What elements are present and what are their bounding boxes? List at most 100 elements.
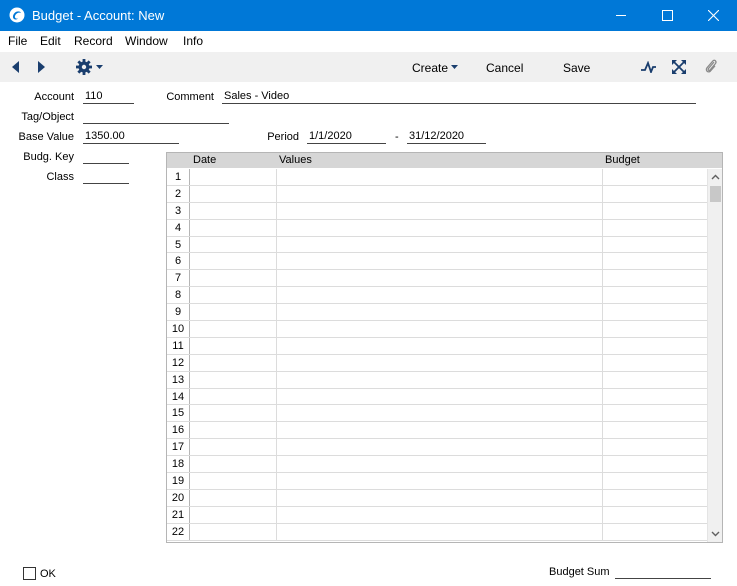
next-record-button[interactable] [33,52,51,82]
budget-cell[interactable] [603,237,707,253]
budget-cell[interactable] [603,220,707,236]
date-cell[interactable] [190,354,277,371]
values-cell[interactable] [277,473,603,489]
minimize-button[interactable] [599,0,645,31]
row-number[interactable]: 6 [167,253,190,270]
values-cell[interactable] [277,304,603,321]
values-cell[interactable] [277,422,603,439]
attachment-button[interactable] [700,52,722,82]
date-cell[interactable] [190,236,277,253]
row-number[interactable]: 5 [167,236,190,253]
row-number[interactable]: 16 [167,422,190,439]
row-number[interactable]: 2 [167,185,190,202]
period-from-field[interactable]: 1/1/2020 [307,130,386,144]
date-cell[interactable] [190,270,277,287]
budget-cell[interactable] [603,473,707,489]
budget-cell[interactable] [603,507,707,523]
row-number[interactable]: 13 [167,371,190,388]
class-field[interactable] [83,170,129,184]
date-cell[interactable] [190,405,277,422]
save-button[interactable]: Save [556,52,596,82]
date-cell[interactable] [190,253,277,270]
activity-button[interactable] [638,52,660,82]
values-cell[interactable] [277,236,603,253]
vertical-scrollbar[interactable] [707,169,722,542]
row-number[interactable]: 9 [167,304,190,321]
row-number[interactable]: 4 [167,219,190,236]
cancel-button[interactable]: Cancel [480,52,526,82]
values-cell[interactable] [277,253,603,270]
budget-cell[interactable] [603,355,707,371]
values-cell[interactable] [277,439,603,456]
close-button[interactable] [691,0,737,31]
values-cell[interactable] [277,202,603,219]
row-number[interactable]: 12 [167,354,190,371]
create-button[interactable]: Create [406,52,462,82]
budget-cell[interactable] [603,490,707,506]
budget-cell[interactable] [603,253,707,269]
values-cell[interactable] [277,506,603,523]
values-cell[interactable] [277,337,603,354]
budget-cell[interactable] [603,389,707,405]
scroll-up-button[interactable] [708,169,723,185]
date-cell[interactable] [190,439,277,456]
budget-cell[interactable] [603,524,707,540]
column-header-date[interactable]: Date [193,154,216,166]
tag-object-field[interactable] [83,110,229,124]
date-cell[interactable] [190,304,277,321]
previous-record-button[interactable] [6,52,24,82]
column-header-values[interactable]: Values [279,154,312,166]
operations-menu-button[interactable] [72,52,106,82]
values-cell[interactable] [277,523,603,540]
budg-key-field[interactable] [83,150,129,164]
date-cell[interactable] [190,185,277,202]
budget-cell[interactable] [603,405,707,421]
maximize-button[interactable] [645,0,691,31]
scroll-down-button[interactable] [708,526,723,542]
budget-cell[interactable] [603,338,707,354]
date-cell[interactable] [190,202,277,219]
values-cell[interactable] [277,388,603,405]
row-number[interactable]: 15 [167,405,190,422]
row-number[interactable]: 8 [167,287,190,304]
values-cell[interactable] [277,287,603,304]
date-cell[interactable] [190,169,277,185]
ok-checkbox[interactable] [23,567,36,580]
budget-cell[interactable] [603,422,707,438]
date-cell[interactable] [190,388,277,405]
budget-cell[interactable] [603,372,707,388]
budget-cell[interactable] [603,304,707,320]
date-cell[interactable] [190,422,277,439]
expand-button[interactable] [668,52,690,82]
row-number[interactable]: 14 [167,388,190,405]
row-number[interactable]: 7 [167,270,190,287]
budget-cell[interactable] [603,169,707,185]
scroll-thumb[interactable] [710,186,721,202]
row-number[interactable]: 21 [167,506,190,523]
date-cell[interactable] [190,473,277,489]
row-number[interactable]: 18 [167,456,190,473]
date-cell[interactable] [190,506,277,523]
row-number[interactable]: 10 [167,321,190,337]
menu-window[interactable]: Window [125,34,168,48]
date-cell[interactable] [190,523,277,540]
values-cell[interactable] [277,405,603,422]
values-cell[interactable] [277,456,603,473]
values-cell[interactable] [277,489,603,506]
menu-info[interactable]: Info [183,34,203,48]
date-cell[interactable] [190,219,277,236]
menu-record[interactable]: Record [74,34,113,48]
date-cell[interactable] [190,287,277,304]
values-cell[interactable] [277,354,603,371]
values-cell[interactable] [277,219,603,236]
row-number[interactable]: 1 [167,169,190,185]
budget-cell[interactable] [603,270,707,286]
row-number[interactable]: 17 [167,439,190,456]
values-cell[interactable] [277,169,603,185]
date-cell[interactable] [190,337,277,354]
date-cell[interactable] [190,489,277,506]
row-number[interactable]: 20 [167,489,190,506]
menu-edit[interactable]: Edit [40,34,61,48]
budget-cell[interactable] [603,186,707,202]
budget-cell[interactable] [603,321,707,337]
